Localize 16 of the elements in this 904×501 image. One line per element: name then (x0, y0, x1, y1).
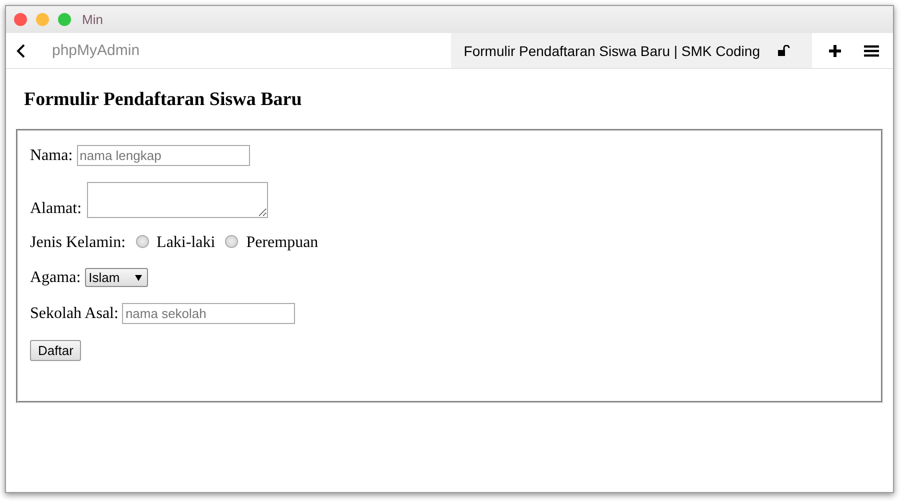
name-input-field[interactable]: nama lengkap (76, 145, 250, 166)
tab-title: Formulir Pendaftaran Siswa Baru | SMK Coding (464, 42, 760, 58)
window-title: Min (82, 12, 103, 27)
radio-label[interactable]: Laki-laki (156, 234, 216, 252)
school-input-field[interactable]: nama sekolah (122, 303, 296, 324)
field-label: Nama: (30, 146, 73, 164)
page-heading: Formulir Pendaftaran Siswa Baru (24, 89, 303, 111)
field-label: Alamat: (30, 200, 82, 218)
browser-tab[interactable]: Formulir Pendaftaran Siswa Baru | SMK Coding (450, 33, 812, 68)
field-label: Jenis Kelamin: (30, 234, 126, 252)
field-label: Sekolah Asal: (30, 304, 118, 322)
previous-page-label[interactable]: phpMyAdmin (52, 42, 451, 59)
religion-dropdown[interactable]: Islam (84, 268, 148, 287)
radio-label[interactable]: Perempuan (246, 234, 318, 252)
submit-button[interactable]: Daftar (30, 340, 82, 361)
field-label: Agama: (30, 268, 81, 286)
